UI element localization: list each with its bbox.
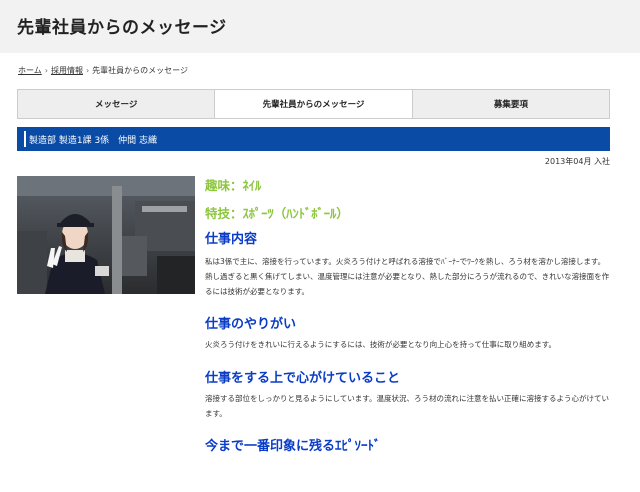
employee-photo: [17, 176, 195, 294]
chevron-right-icon: ›: [44, 66, 48, 75]
section-heading-rewarding: 仕事のやりがい: [205, 317, 297, 332]
department-bar: 製造部 製造1課 3係 仲間 志織: [17, 127, 610, 151]
breadcrumb: ホーム › 採用情報 › 先輩社員からのメッセージ: [18, 65, 188, 76]
tab-message[interactable]: メッセージ: [18, 90, 216, 118]
breadcrumb-current: 先輩社員からのメッセージ: [92, 66, 189, 75]
profile-content: 趣味：ﾈｲﾙ 特技：ｽﾎﾟｰﾂ（ﾊﾝﾄﾞﾎﾞｰﾙ） 仕事内容 私は3係で主に、溶…: [205, 178, 610, 455]
breadcrumb-recruit-link[interactable]: 採用情報: [51, 66, 83, 75]
join-date: 2013年04月 入社: [544, 157, 610, 166]
department-label: 製造部 製造1課 3係 仲間 志織: [29, 136, 158, 146]
section-heading-job-description: 仕事内容: [205, 232, 258, 247]
hobby-text: 趣味：ﾈｲﾙ: [205, 178, 262, 193]
section-heading-mindset: 仕事をする上で心がけていること: [205, 371, 401, 386]
breadcrumb-home-link[interactable]: ホーム: [18, 66, 42, 75]
tab-senior-message[interactable]: 先輩社員からのメッセージ: [215, 90, 413, 118]
section-body-mindset: 溶接する部位をしっかりと見るようにしています。温度状況、ろう材の流れに注意を払い…: [205, 394, 610, 418]
tab-bar: メッセージ 先輩社員からのメッセージ 募集要項: [17, 89, 610, 119]
chevron-right-icon: ›: [85, 66, 90, 75]
section-heading-memorable-episode: 今まで一番印象に残るｴﾋﾟｿｰﾄﾞ: [205, 439, 381, 454]
employee-photo-image: [17, 176, 195, 294]
page-title: 先輩社員からのメッセージ: [17, 18, 227, 38]
section-body-rewarding: 火炎ろう付けをきれいに行えるようにするには、技術が必要となり向上心を持って仕事に…: [205, 340, 556, 349]
section-body-job-description: 私は3係で主に、溶接を行っています。火炎ろう付けと呼ばれる溶接でﾊﾞｰﾅｰでﾜｰ…: [205, 257, 610, 296]
skill-text: 特技：ｽﾎﾟｰﾂ（ﾊﾝﾄﾞﾎﾞｰﾙ）: [205, 206, 349, 221]
department-bar-accent: [24, 131, 26, 147]
tab-job-requirements[interactable]: 募集要項: [412, 90, 609, 118]
page-header: 先輩社員からのメッセージ: [0, 0, 640, 53]
